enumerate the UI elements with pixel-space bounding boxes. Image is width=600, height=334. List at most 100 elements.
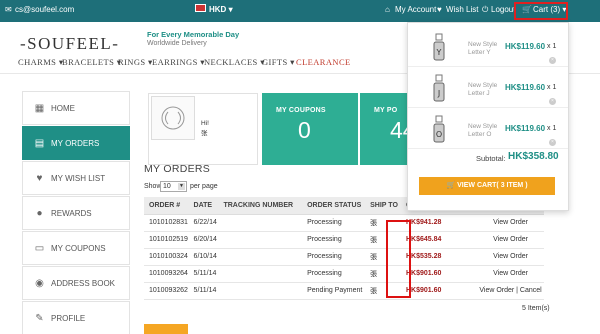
order-number: 1010100324: [144, 248, 189, 266]
view-cart-button[interactable]: 🛒 VIEW CART( 3 ITEM ): [419, 177, 555, 195]
nav-gifts[interactable]: GIFTS ▾: [262, 57, 295, 68]
remove-icon[interactable]: ×: [549, 57, 556, 64]
orders-icon: ▤: [34, 138, 45, 149]
tracking-number: [218, 231, 303, 249]
order-status: Processing: [302, 214, 366, 232]
my-account-link[interactable]: My Account: [395, 5, 436, 14]
logo[interactable]: -SOUFEEL-: [20, 34, 119, 54]
cart-item-price: HK$119.60: [505, 42, 546, 51]
order-number: 1010102831: [144, 214, 189, 232]
coupon-icon: ▭: [34, 243, 45, 254]
tagline: For Every Memorable Day: [147, 30, 240, 39]
view-cart-label: VIEW CART( 3 ITEM ): [457, 182, 528, 189]
page: ✉ cs@soufeel.com HKD ▾ ⌂ My Account ♥ Wi…: [0, 0, 600, 334]
nav-gifts-label: GIFTS: [262, 57, 288, 67]
order-status: Processing: [302, 265, 366, 283]
view-order-link[interactable]: View Order: [477, 231, 544, 249]
view-order-cancel-links[interactable]: View Order | Cancel: [477, 282, 544, 300]
column-header: DATE: [188, 197, 219, 215]
avatar[interactable]: [151, 96, 195, 140]
email-link[interactable]: cs@soufeel.com: [15, 5, 74, 14]
sidebar-item-coupons[interactable]: ▭ MY COUPONS: [22, 231, 130, 265]
sidebar-item-label: HOME: [51, 104, 75, 113]
nav-necklaces[interactable]: NECKLACES ▾: [204, 57, 265, 68]
per-page-label: per page: [190, 183, 218, 190]
table-row: 1010100324 6/10/14 Processing 張 HK$535.2…: [144, 248, 544, 266]
chevron-down-icon: ▼: [178, 183, 185, 190]
nav-earrings-label: EARRINGS: [152, 57, 198, 67]
coupons-tile[interactable]: MY COUPONS 0: [262, 93, 358, 165]
cart-highlight-box: [514, 2, 568, 20]
logout-icon: ⏻: [482, 5, 489, 14]
points-tile[interactable]: MY PO 44: [360, 93, 408, 165]
coupons-tile-label: MY COUPONS: [276, 107, 326, 114]
sidebar-item-home[interactable]: ▦ HOME: [22, 91, 130, 125]
points-tile-label: MY PO: [374, 107, 398, 114]
sidebar-item-address-book[interactable]: ◉ ADDRESS BOOK: [22, 266, 130, 300]
nav-earrings[interactable]: EARRINGS ▾: [152, 57, 205, 68]
table-row: 1010102519 6/20/14 Processing 張 HK$645.8…: [144, 231, 544, 249]
table-row: 1010093262 5/11/14 Pending Payment 張 HK$…: [144, 282, 544, 300]
user-name: 张: [201, 130, 208, 137]
order-date: 6/10/14: [188, 248, 219, 266]
table-row: 1010102831 6/22/14 Processing 張 HK$941.2…: [144, 214, 544, 232]
sidebar-item-label: REWARDS: [51, 209, 92, 218]
order-total: HK$901.60: [400, 265, 478, 283]
cart-item[interactable]: O New Style Letter O HK$119.60 x 1 ×: [408, 109, 568, 149]
sidebar-item-wish-list[interactable]: ♥ MY WISH LIST: [22, 161, 130, 195]
cart-item-price: HK$119.60: [505, 124, 546, 133]
home-icon: ▦: [34, 103, 45, 114]
cart-item-qty: x 1: [547, 43, 557, 50]
greeting: Hi!: [201, 120, 209, 127]
location-icon: ◉: [35, 278, 44, 289]
order-date: 6/22/14: [188, 214, 219, 232]
cart-item-qty: x 1: [547, 84, 557, 91]
remove-icon[interactable]: ×: [549, 98, 556, 105]
view-order-link[interactable]: View Order: [477, 248, 544, 266]
points-tile-value: 44: [390, 117, 408, 143]
subtotal-value: HK$358.80: [508, 151, 559, 162]
cart-icon: 🛒: [446, 182, 458, 189]
view-order-link[interactable]: View Order: [477, 265, 544, 283]
sidebar-item-my-orders[interactable]: ▤ MY ORDERS: [22, 126, 130, 160]
currency-select[interactable]: HKD ▾: [209, 5, 233, 14]
avatar-logo-icon: [161, 106, 185, 130]
nav-bracelets[interactable]: BRACELETS ▾: [62, 57, 121, 68]
subtagline: Worldwide Delivery: [147, 40, 207, 47]
remove-icon[interactable]: ×: [549, 139, 556, 146]
sidebar-item-profile[interactable]: ✎ PROFILE: [22, 301, 130, 334]
order-date: 5/11/14: [188, 282, 219, 300]
cart-item[interactable]: Y New Style Letter Y HK$119.60 x 1 ×: [408, 27, 568, 67]
per-page-select[interactable]: 10 ▼: [160, 181, 187, 192]
flag-icon: [195, 4, 206, 12]
logout-link[interactable]: Logout: [491, 5, 515, 14]
heart-icon: ♥: [36, 173, 43, 184]
page-title: MY ORDERS: [144, 163, 211, 175]
item-count: 5 Item(s): [522, 305, 550, 312]
order-status: Pending Payment: [302, 282, 366, 300]
order-total: HK$901.60: [400, 282, 478, 300]
svg-text:J: J: [437, 89, 440, 98]
bottom-button[interactable]: [144, 324, 188, 334]
order-status: Processing: [302, 231, 366, 249]
nav-charms[interactable]: CHARMS ▾: [18, 57, 64, 68]
cart-item[interactable]: J New Style Letter J HK$119.60 x 1 ×: [408, 68, 568, 108]
sidebar-item-rewards[interactable]: ● REWARDS: [22, 196, 130, 230]
column-header: TRACKING NUMBER: [218, 197, 303, 215]
wish-list-link[interactable]: Wish List: [446, 5, 478, 14]
mail-icon: ✉: [5, 5, 12, 14]
cart-item-qty-value: 1: [552, 84, 557, 91]
charm-letter-o-icon: O: [433, 115, 445, 143]
order-total: HK$941.28: [400, 214, 478, 232]
subtotal-label: Subtotal:: [476, 154, 506, 163]
charm-letter-y-icon: Y: [433, 33, 445, 61]
sidebar-item-label: PROFILE: [51, 314, 86, 323]
piggy-bank-icon: ●: [36, 208, 43, 219]
cart-item-price: HK$119.60: [505, 83, 546, 92]
nav-necklaces-label: NECKLACES: [204, 57, 258, 67]
nav-rings[interactable]: RINGS ▾: [118, 57, 153, 68]
svg-text:Y: Y: [436, 48, 442, 57]
coupons-tile-value: 0: [298, 117, 311, 143]
view-order-link[interactable]: View Order: [477, 214, 544, 232]
nav-clearance[interactable]: CLEARANCE: [296, 57, 351, 67]
